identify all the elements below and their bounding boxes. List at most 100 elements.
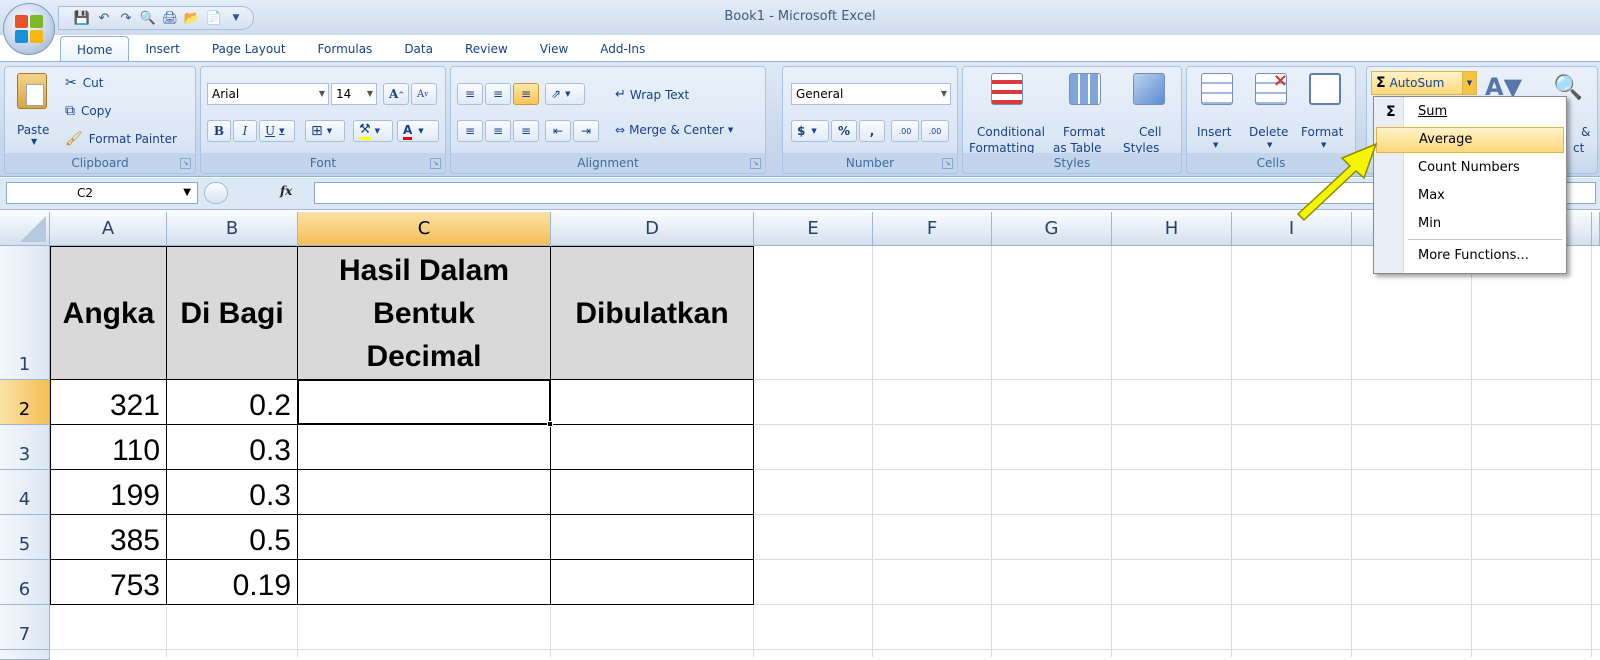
column-header-e[interactable]: E [754,212,873,246]
bottom-align-button[interactable]: ≡ [513,83,539,105]
fill-color-button[interactable]: ⚒ ▼ [353,120,393,142]
cut-button[interactable]: ✂ Cut [65,75,103,91]
cell-a5[interactable]: 385 [50,514,167,560]
menu-item-average[interactable]: Average [1376,127,1564,153]
shrink-font-button[interactable]: Av [411,83,437,105]
row-header-3[interactable]: 3 [0,425,50,470]
autosum-dropdown-icon[interactable]: ▼ [1462,72,1476,94]
number-format-combo[interactable]: General ▼ [791,83,951,105]
row-header-8[interactable] [0,650,50,660]
tab-formulas[interactable]: Formulas [302,36,389,62]
tab-review[interactable]: Review [449,36,524,62]
align-right-button[interactable]: ≡ [513,120,539,142]
insert-cells-button[interactable]: Insert ▼ [1191,71,1243,155]
menu-item-max[interactable]: Max [1376,183,1564,209]
cell-c1[interactable]: Hasil Dalam Bentuk Decimal [297,246,551,380]
wrap-text-button[interactable]: ↵ Wrap Text [615,87,689,102]
cell-b4[interactable]: 0.3 [166,469,298,515]
format-as-table-button[interactable]: Format as Table [1049,71,1119,155]
row-header-1[interactable]: 1 [0,246,50,380]
decrease-decimal-button[interactable]: .00 [921,120,949,142]
font-color-button[interactable]: A ▼ [397,120,439,142]
menu-item-more-functions[interactable]: More Functions... [1376,243,1564,269]
conditional-formatting-button[interactable]: Conditional Formatting [967,71,1047,155]
cell-c4[interactable] [297,469,551,515]
increase-indent-button[interactable]: ⇥ [573,120,599,142]
autosum-button[interactable]: Σ AutoSum ▼ [1371,71,1477,95]
cell-a2[interactable]: 321 [50,379,167,425]
row-header-4[interactable]: 4 [0,470,50,515]
cell-b6[interactable]: 0.19 [166,559,298,605]
office-button[interactable] [3,3,55,55]
borders-button[interactable]: ⊞ ▼ [305,120,345,142]
orientation-button[interactable]: ⇗ ▼ [545,83,585,105]
tab-data[interactable]: Data [388,36,449,62]
fill-handle[interactable] [547,421,553,427]
tab-home[interactable]: Home [60,36,130,62]
cell-d3[interactable] [550,424,754,470]
row-header-7[interactable]: 7 [0,605,50,650]
cell-d1[interactable]: Dibulatkan [550,246,754,380]
align-left-button[interactable]: ≡ [457,120,483,142]
cell-d5[interactable] [550,514,754,560]
increase-decimal-button[interactable]: .00 [891,120,919,142]
cell-d4[interactable] [550,469,754,515]
copy-button[interactable]: ⧉ Copy [65,103,111,119]
cell-b1[interactable]: Di Bagi [166,246,298,380]
cell-a6[interactable]: 753 [50,559,167,605]
cell-c3[interactable] [297,424,551,470]
column-header-f[interactable]: F [873,212,992,246]
expand-handle-icon[interactable] [204,182,228,204]
column-header-l[interactable] [1592,212,1600,246]
row-header-6[interactable]: 6 [0,560,50,605]
cell-d6[interactable] [550,559,754,605]
currency-button[interactable]: $ ▼ [791,120,829,142]
column-header-h[interactable]: H [1112,212,1232,246]
grow-font-button[interactable]: A ^ [383,83,409,105]
italic-button[interactable]: I [233,120,257,142]
cell-b2[interactable]: 0.2 [166,379,298,425]
column-header-g[interactable]: G [992,212,1112,246]
underline-button[interactable]: U ▼ [259,120,295,142]
fx-button[interactable]: fx [280,184,292,198]
select-all-button[interactable] [0,212,50,246]
menu-item-min[interactable]: Min [1376,211,1564,237]
name-box[interactable]: C2 ▼ [6,182,198,204]
cell-a1[interactable]: Angka [50,246,167,380]
decrease-indent-button[interactable]: ⇤ [545,120,571,142]
font-launcher-icon[interactable]: ↘ [430,158,441,169]
cell-styles-button[interactable]: Cell Styles [1119,71,1179,155]
cell-b5[interactable]: 0.5 [166,514,298,560]
format-painter-button[interactable]: 🖌 Format Painter [65,131,177,147]
cell-c5[interactable] [297,514,551,560]
column-header-c[interactable]: C [298,212,551,246]
cell-d2[interactable] [550,379,754,425]
cell-c6[interactable] [297,559,551,605]
top-align-button[interactable]: ≡ [457,83,483,105]
tab-insert[interactable]: Insert [129,36,195,62]
align-center-button[interactable]: ≡ [485,120,511,142]
paste-button[interactable]: Paste ▼ [11,71,55,151]
menu-item-count-numbers[interactable]: Count Numbers [1376,155,1564,181]
column-header-d[interactable]: D [551,212,754,246]
cell-a4[interactable]: 199 [50,469,167,515]
bold-button[interactable]: B [207,120,231,142]
number-launcher-icon[interactable]: ↘ [942,158,953,169]
row-header-2[interactable]: 2 [0,380,50,425]
tab-view[interactable]: View [524,36,584,62]
row-header-5[interactable]: 5 [0,515,50,560]
tab-add-ins[interactable]: Add-Ins [584,36,661,62]
cell-a3[interactable]: 110 [50,424,167,470]
clipboard-launcher-icon[interactable]: ↘ [180,158,191,169]
middle-align-button[interactable]: ≡ [485,83,511,105]
tab-page-layout[interactable]: Page Layout [196,36,302,62]
column-header-b[interactable]: B [167,212,298,246]
merge-center-button[interactable]: ⇔ Merge & Center ▼ [615,123,733,137]
font-size-combo[interactable]: 14 ▼ [331,83,377,105]
menu-item-sum[interactable]: Σ Sum [1376,99,1564,125]
alignment-launcher-icon[interactable]: ↘ [750,158,761,169]
comma-button[interactable]: , [859,120,885,142]
cell-b3[interactable]: 0.3 [166,424,298,470]
font-name-combo[interactable]: Arial ▼ [207,83,329,105]
percent-button[interactable]: % [831,120,857,142]
